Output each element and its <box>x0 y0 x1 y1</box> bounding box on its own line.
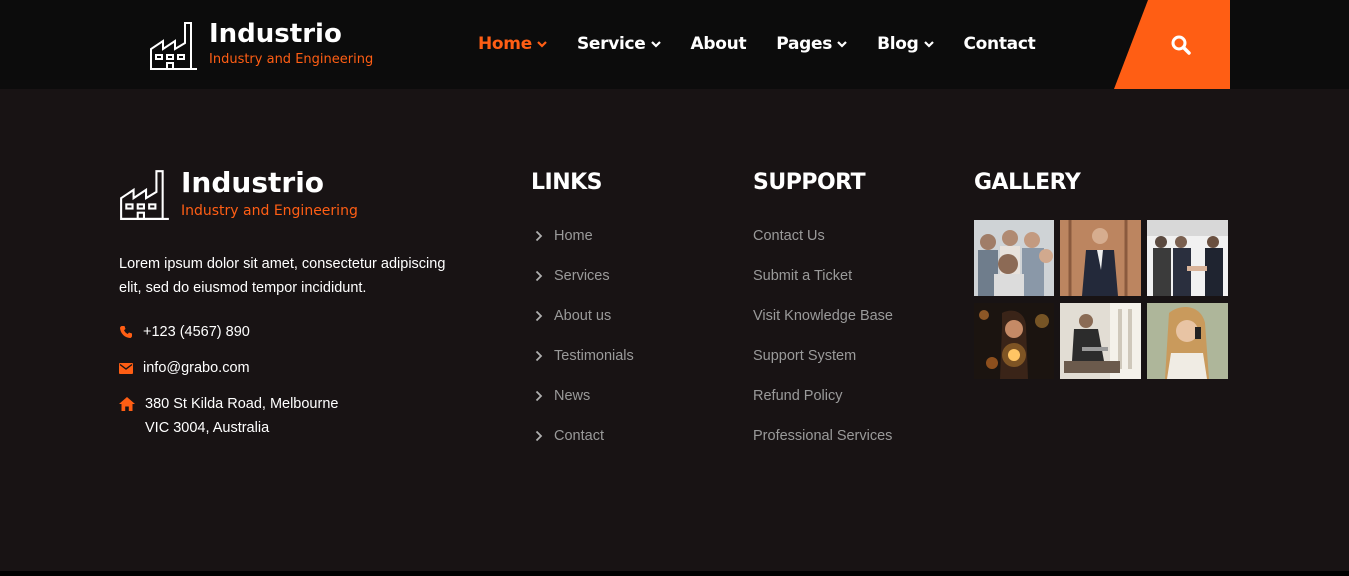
footer-about-text: Lorem ipsum dolor sit amet, consectetur … <box>119 256 446 296</box>
chevron-right-icon <box>535 270 543 282</box>
footer-link-home[interactable]: Home <box>531 216 634 256</box>
footer-link-about-us[interactable]: About us <box>531 296 634 336</box>
footer-link-contact[interactable]: Contact <box>531 416 634 456</box>
support-link-refund-policy[interactable]: Refund Policy <box>753 376 893 416</box>
footer-link-label: News <box>554 388 591 404</box>
gallery-grid <box>974 220 1230 379</box>
chevron-right-icon <box>535 390 543 402</box>
footer-link-services[interactable]: Services <box>531 256 634 296</box>
footer-link-label: Home <box>554 228 593 244</box>
gallery-image-handshake[interactable] <box>1147 220 1228 296</box>
chevron-down-icon <box>923 41 934 48</box>
nav-contact[interactable]: Contact <box>964 34 1036 54</box>
links-title: LINKS <box>531 170 603 195</box>
phone-icon <box>119 320 135 344</box>
gallery-image-woman-phone[interactable] <box>1147 303 1228 379</box>
support-link-support-system[interactable]: Support System <box>753 336 893 376</box>
home-icon <box>119 392 137 416</box>
main-nav: Home Service About Pages Blog Contact <box>478 31 1065 57</box>
footer-email[interactable]: info@grabo.com <box>119 356 250 380</box>
footer-link-label: About us <box>554 308 612 324</box>
footer-brand-tagline: Industry and Engineering <box>181 203 358 219</box>
nav-service-label: Service <box>576 34 646 54</box>
footer-link-label: Contact <box>554 428 604 444</box>
address-line-2: VIC 3004, Australia <box>145 420 270 436</box>
address-line-1: 380 St Kilda Road, Melbourne <box>145 396 339 412</box>
footer-link-testimonials[interactable]: Testimonials <box>531 336 634 376</box>
gallery-image-lights-woman[interactable] <box>974 303 1054 379</box>
footer-brand-name: Industrio <box>181 166 325 199</box>
brand-tagline: Industry and Engineering <box>209 52 374 67</box>
nav-contact-label: Contact <box>963 34 1036 54</box>
footer-link-label: Services <box>554 268 610 284</box>
brand-name: Industrio <box>209 19 342 49</box>
envelope-icon <box>119 356 135 380</box>
gallery-image-man-laptop[interactable] <box>1060 303 1141 379</box>
footer-address: 380 St Kilda Road, Melbourne VIC 3004, A… <box>119 392 338 440</box>
footer-links-list: Home Services About us Testimonials News… <box>531 216 634 456</box>
footer-link-label: Testimonials <box>554 348 634 364</box>
nav-pages[interactable]: Pages <box>776 34 847 54</box>
nav-pages-label: Pages <box>776 34 833 54</box>
chevron-right-icon <box>535 230 543 242</box>
chevron-right-icon <box>535 310 543 322</box>
footer-link-news[interactable]: News <box>531 376 634 416</box>
phone-text: +123 (4567) 890 <box>143 324 250 340</box>
gallery-image-group-people[interactable] <box>974 220 1054 296</box>
factory-icon <box>120 170 169 220</box>
nav-service[interactable]: Service <box>577 34 661 54</box>
chevron-right-icon <box>535 350 543 362</box>
nav-blog[interactable]: Blog <box>877 34 934 54</box>
email-text: info@grabo.com <box>143 360 250 376</box>
nav-home-label: Home <box>478 34 532 54</box>
chevron-down-icon <box>537 41 547 48</box>
nav-home[interactable]: Home <box>478 34 547 54</box>
nav-about[interactable]: About <box>691 34 747 54</box>
factory-icon <box>150 22 197 70</box>
footer-bottom-bar <box>0 571 1349 576</box>
site-header: Industrio Industry and Engineering Home … <box>0 0 1349 89</box>
footer-support-list: Contact Us Submit a Ticket Visit Knowled… <box>753 216 893 456</box>
chevron-down-icon <box>650 41 661 48</box>
nav-about-label: About <box>690 34 747 54</box>
search-button[interactable] <box>1114 0 1230 89</box>
gallery-title: GALLERY <box>974 170 1081 195</box>
support-title: SUPPORT <box>753 170 866 195</box>
footer-phone[interactable]: +123 (4567) 890 <box>119 320 250 344</box>
search-icon <box>1171 35 1191 55</box>
support-link-contact-us[interactable]: Contact Us <box>753 216 893 256</box>
chevron-right-icon <box>535 430 543 442</box>
header-logo[interactable]: Industrio Industry and Engineering <box>149 19 373 71</box>
chevron-down-icon <box>837 41 847 48</box>
footer-logo[interactable]: Industrio Industry and Engineering <box>119 167 358 221</box>
nav-blog-label: Blog <box>877 34 919 54</box>
support-link-submit-ticket[interactable]: Submit a Ticket <box>753 256 893 296</box>
support-link-knowledge-base[interactable]: Visit Knowledge Base <box>753 296 893 336</box>
support-link-professional-services[interactable]: Professional Services <box>753 416 893 456</box>
gallery-image-businessman[interactable] <box>1060 220 1141 296</box>
